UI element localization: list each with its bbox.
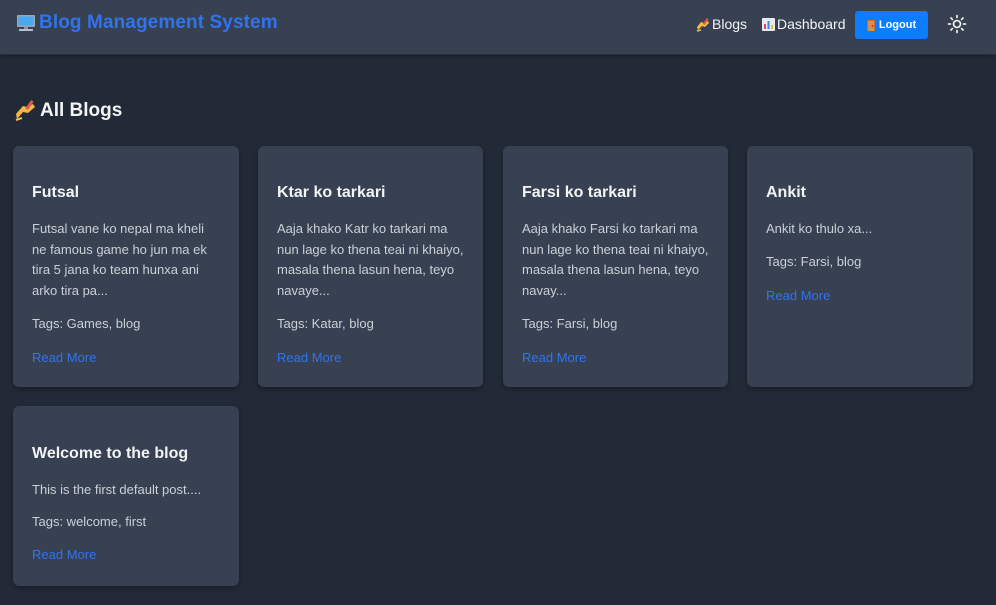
logout-button-label: Logout <box>878 19 917 31</box>
read-more-link[interactable]: Read More <box>522 350 586 365</box>
blog-card-tags: Tags: Games, blog <box>32 316 141 331</box>
blog-card-tags: Tags: Farsi, blog <box>522 316 618 331</box>
page-title-text: All Blogs <box>40 99 123 121</box>
blog-card-excerpt: This is the first default post.... <box>32 482 202 497</box>
writing-hand-icon <box>696 17 711 32</box>
nav-link-dashboard-label: Dashboard <box>777 16 846 32</box>
read-more-link[interactable]: Read More <box>32 350 96 365</box>
page-title: All Blogs <box>15 99 122 122</box>
blog-card-excerpt: Aaja khako Farsi ko tarkari ma nun lage … <box>522 221 709 298</box>
blog-card-title: Futsal <box>32 184 80 201</box>
blog-card-tags: Tags: welcome, first <box>32 514 147 529</box>
door-icon <box>866 19 875 31</box>
blog-card: Ktar ko tarkari Aaja khako Katr ko tarka… <box>258 146 483 387</box>
blog-card-tags: Tags: Farsi, blog <box>766 254 862 269</box>
blog-card: Farsi ko tarkari Aaja khako Farsi ko tar… <box>503 146 728 387</box>
blog-card-excerpt: Ankit ko thulo xa... <box>766 221 873 236</box>
logout-button[interactable]: Logout <box>855 11 928 39</box>
bar-chart-icon <box>761 17 776 32</box>
brand-title: Blog Management System <box>39 12 278 33</box>
blog-card-tags: Tags: Katar, blog <box>277 316 374 331</box>
navbar: Blog Management System Blogs Dashboard L… <box>0 0 996 55</box>
blog-card-title: Farsi ko tarkari <box>522 184 637 201</box>
read-more-link[interactable]: Read More <box>32 547 96 562</box>
writing-hand-icon <box>15 99 38 122</box>
blog-card: Ankit Ankit ko thulo xa... Tags: Farsi, … <box>747 146 973 387</box>
sun-icon[interactable] <box>947 14 967 34</box>
blog-card: Welcome to the blog This is the first de… <box>13 406 239 586</box>
blog-card-title: Ktar ko tarkari <box>277 184 386 201</box>
nav-link-blogs[interactable]: Blogs <box>696 16 747 32</box>
brand[interactable]: Blog Management System <box>16 12 278 34</box>
blog-card-excerpt: Futsal vane ko nepal ma kheli ne famous … <box>32 221 207 298</box>
nav-link-blogs-label: Blogs <box>712 16 748 32</box>
blog-card-excerpt: Aaja khako Katr ko tarkari ma nun lage k… <box>277 221 464 298</box>
computer-icon <box>16 13 36 33</box>
blog-card-title: Welcome to the blog <box>32 445 189 462</box>
blog-card: Futsal Futsal vane ko nepal ma kheli ne … <box>13 146 239 387</box>
read-more-link[interactable]: Read More <box>766 288 830 303</box>
blog-card-title: Ankit <box>766 184 806 201</box>
read-more-link[interactable]: Read More <box>277 350 341 365</box>
nav-link-dashboard[interactable]: Dashboard <box>761 16 846 32</box>
